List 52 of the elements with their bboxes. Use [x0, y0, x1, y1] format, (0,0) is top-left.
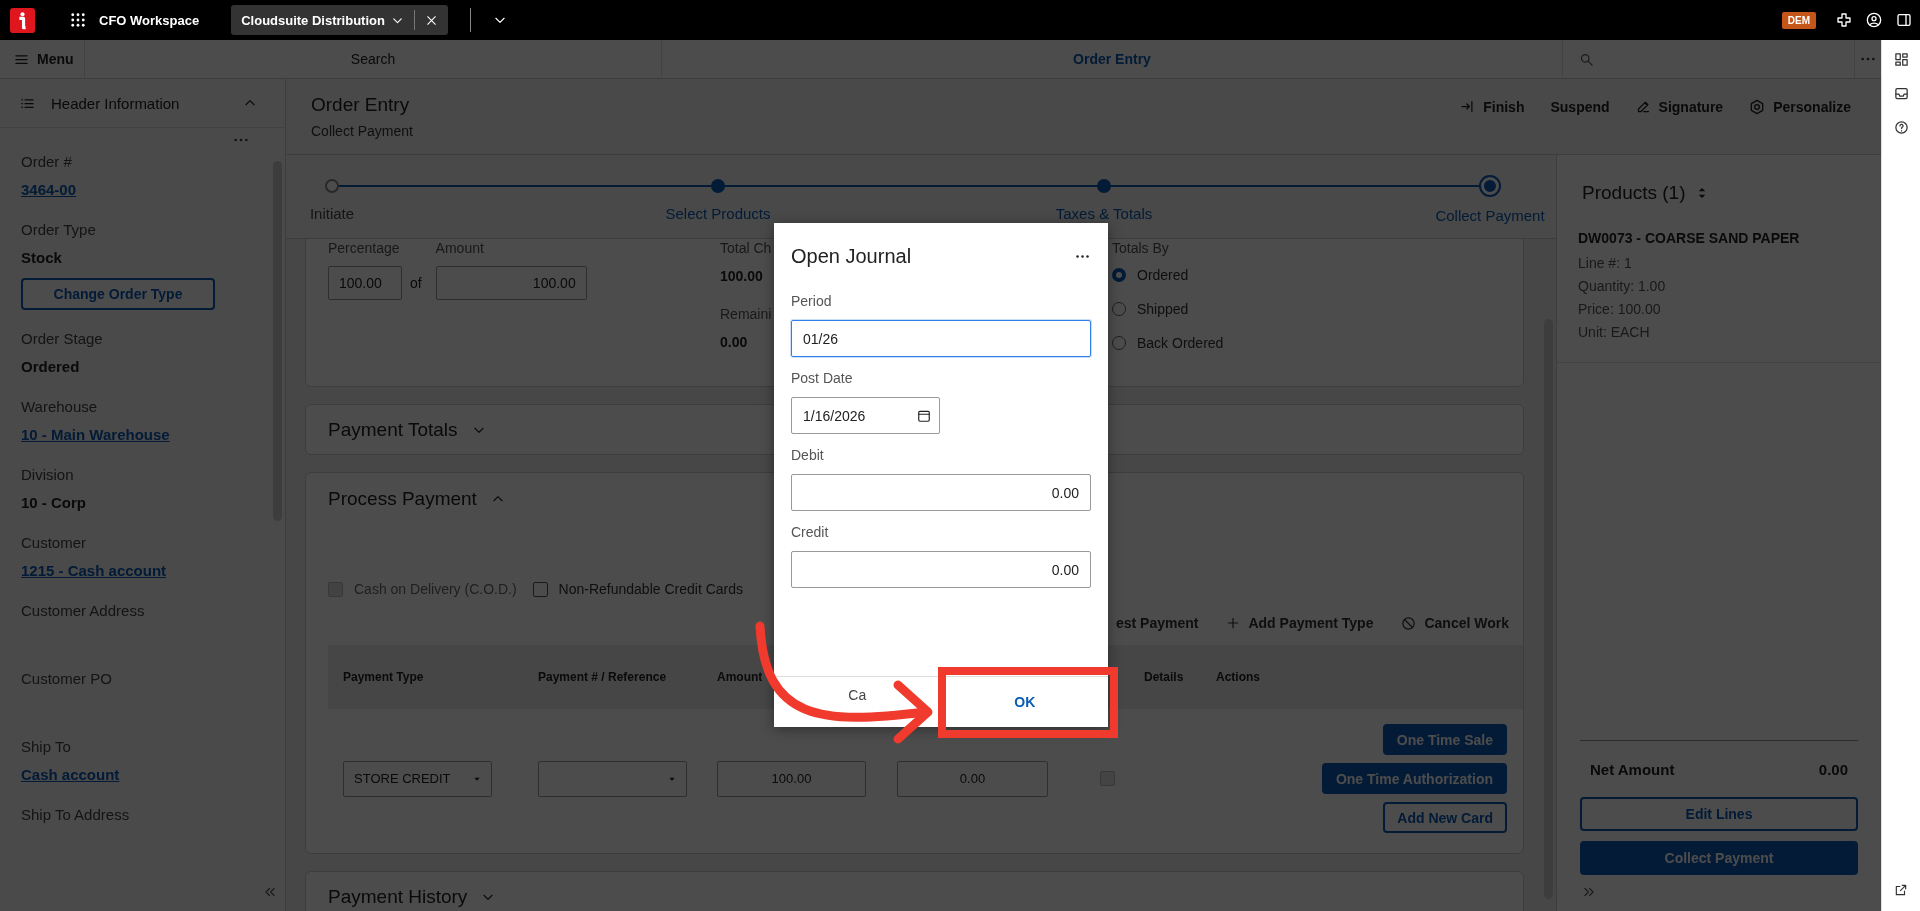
plus-icon[interactable] [1836, 12, 1852, 28]
field-value: Stock [21, 248, 62, 268]
section-title: Process Payment [328, 488, 477, 510]
column-header: Actions [1216, 670, 1261, 684]
total-label: Net Amount [1590, 760, 1675, 778]
field-label: Debit [791, 447, 825, 465]
checkbox-label: Non-Refundable Credit Cards [558, 581, 744, 597]
column-header: Payment Type [343, 670, 425, 684]
close-icon[interactable] [424, 13, 438, 27]
input-field[interactable]: 0.00 [791, 551, 1091, 588]
field-value: Ordered [21, 357, 80, 377]
logo-icon [10, 7, 35, 33]
section-title: Payment Totals [328, 418, 458, 441]
field-label: Post Date [791, 370, 854, 388]
radio-label: Ordered [1137, 267, 1189, 283]
of-label: of [410, 275, 422, 291]
radio-label: Shipped [1137, 301, 1189, 317]
radio-label: Back Ordered [1137, 335, 1224, 351]
section-title: Payment History [328, 885, 468, 908]
input-field[interactable]: 0.00 [791, 474, 1091, 511]
total-value: 0.00 [1818, 760, 1848, 778]
sidebar-panel-icon[interactable] [1896, 12, 1912, 28]
field-value: 0.00 [720, 334, 748, 350]
user-icon[interactable] [1866, 12, 1882, 28]
field-label: Period [791, 293, 833, 311]
calendar-icon[interactable] [917, 408, 931, 423]
external-link-icon[interactable] [1894, 883, 1908, 897]
toolbar-button[interactable]: Suspend [1550, 98, 1610, 115]
inbox-icon[interactable] [1893, 86, 1909, 101]
column-header: Payment # / Reference [538, 670, 668, 684]
column-header: Details [1144, 670, 1185, 684]
dialog-title: Open Journal [791, 244, 912, 268]
column-header: Amount [717, 670, 764, 684]
workspace-tab[interactable]: Cloudsuite Distribution [231, 5, 448, 35]
dashboard-icon[interactable] [1893, 52, 1909, 67]
action-button[interactable]: est Payment [1115, 615, 1199, 631]
field-value: 100.00 [720, 268, 763, 284]
page-title: Order Entry [311, 94, 411, 116]
page-subtitle: Collect Payment [311, 123, 413, 139]
input-field[interactable]: 01/26 [791, 320, 1091, 357]
app-grid-icon[interactable] [71, 13, 85, 27]
help-icon[interactable] [1893, 120, 1909, 135]
step-label[interactable]: Taxes & Totals [1055, 205, 1153, 222]
app-name: CFO Workspace [99, 12, 200, 28]
field-label: Credit [791, 524, 830, 542]
environment-badge: DEM [1781, 11, 1816, 29]
field-value: 10 - Corp [21, 493, 86, 513]
step-label[interactable]: Select Products [665, 205, 771, 222]
input-field[interactable]: 1/16/2026 [791, 397, 940, 434]
panel-title: Products (1) [1582, 181, 1686, 204]
step-label[interactable]: Collect Payment [1435, 207, 1545, 224]
panel-title: Header Information [51, 94, 181, 112]
